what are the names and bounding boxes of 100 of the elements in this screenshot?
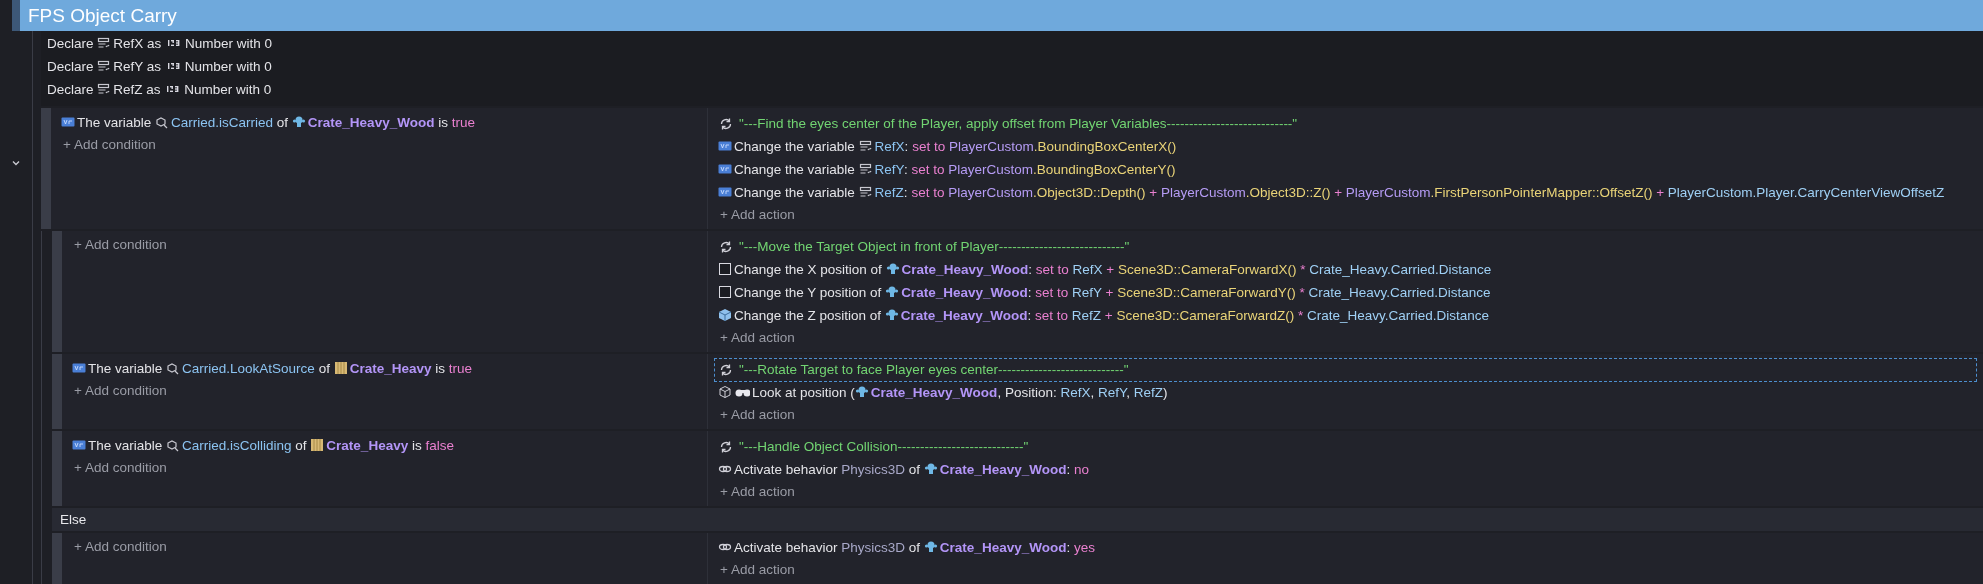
variable-name: Carried.isCarried [171,115,274,130]
function-name: .FirstPersonPointerMapper::OffsetZ() [1430,185,1653,200]
instruction-text: Change the variable [734,185,856,200]
add-condition-link[interactable]: + Add condition [68,458,173,478]
variable-icon [858,185,873,199]
square-icon [718,285,732,299]
comment-icon [719,440,733,454]
operator-text: + [1103,308,1114,323]
function-name: Scene3D::CameraForwardY() [1117,285,1296,300]
type-name: Number with 0 [184,59,272,74]
operator-text: + [1655,185,1666,200]
add-action-link[interactable]: + Add action [714,560,801,580]
event-indent-bar[interactable] [52,231,62,352]
instruction-text: as [145,59,163,74]
instruction-text: : [904,139,910,154]
instruction-text: : [1027,285,1033,300]
instruction-text: as [145,82,162,97]
event-indent-bar[interactable] [52,533,62,584]
value-text: false [425,438,454,453]
instruction-text: is [434,361,446,376]
instruction-text: : [903,162,909,177]
instruction-text: of [317,361,331,376]
crate-icon [310,438,325,452]
variable-badge-icon [61,115,75,129]
value-text: yes [1073,540,1095,555]
add-condition-link[interactable]: + Add condition [68,235,173,255]
event-indent-bar[interactable] [52,431,62,506]
instruction-text: , [1090,385,1096,400]
cube-outline-icon [718,385,732,399]
add-condition-link[interactable]: + Add condition [68,537,173,557]
variable-name: RefY [113,59,144,74]
comment-row[interactable]: "---Find the eyes center of the Player, apply offset from Player Variables----------------------------" [714,112,1977,136]
event-indent-bar[interactable] [52,354,62,429]
instruction-text: as [146,36,163,51]
model-icon [885,285,900,299]
variable-badge-icon [72,438,86,452]
instruction-text: is [437,115,449,130]
type-name: Number with 0 [184,82,272,97]
instruction-text: : [903,185,909,200]
operator-text: * [1299,262,1307,277]
operator-text: + [1333,185,1344,200]
add-action-link[interactable]: + Add action [714,328,801,348]
object-name: Crate_Heavy [349,361,432,376]
expression-text: RefZ [1133,385,1163,400]
operator-text: * [1296,308,1305,323]
operator-text: set to [912,139,947,154]
comment-row[interactable]: "---Handle Object Collision----------------------------" [714,435,1977,459]
expression-text: PlayerCustom.Player.CarryCenterViewOffsetZ [1667,185,1945,200]
group-title: FPS Object Carry [28,4,177,27]
variable-icon [858,139,873,153]
comment-row[interactable]: "---Rotate Target to face Player eyes center----------------------------" [714,358,1977,382]
comment-icon [719,363,733,377]
object-name: Crate_Heavy_Wood [901,285,1028,300]
variable-name: RefX [113,36,144,51]
variable-icon [97,59,112,73]
variable-badge-icon [718,162,732,176]
model-icon [923,540,938,554]
add-action-link[interactable]: + Add action [714,405,801,425]
add-condition-link[interactable]: + Add condition [68,381,173,401]
function-name: .BoundingBoxCenterX() [1033,139,1177,154]
instruction-text: ) [1163,385,1168,400]
function-name: .Object3D::Depth() [1032,185,1146,200]
instruction-text: is [410,438,423,453]
variable-icon [858,162,873,176]
function-name: .BoundingBoxCenterY() [1032,162,1176,177]
add-action-link[interactable]: + Add action [714,205,801,225]
event-indent-bar[interactable] [41,108,51,229]
variable-name: Carried.isColliding [182,438,292,453]
operator-text: set to [1034,308,1069,323]
expression-object: PlayerCustom [1160,185,1246,200]
expression-text: RefY [1097,385,1127,400]
value-text: true [448,361,472,376]
instruction-text: Change the variable [734,162,856,177]
operator-text: + [1105,262,1116,277]
variable-badge-icon [718,139,732,153]
comment-row[interactable]: "---Move the Target Object in front of Player----------------------------" [714,235,1977,259]
variable-name: RefX [874,139,905,154]
instruction-text: The variable [88,361,164,376]
instruction-text: : [1066,540,1072,555]
value-text: no [1073,462,1089,477]
cube-icon [718,308,732,322]
expression-object: PlayerCustom [948,139,1034,154]
model-icon [885,262,900,276]
expression-text: RefY [1072,285,1102,300]
add-action-link[interactable]: + Add action [714,482,801,502]
expression-object: PlayerCustom [948,162,1033,177]
square-icon [718,262,732,276]
expression-text: RefZ [1071,308,1101,323]
model-icon [923,462,938,476]
expression-text: Crate_Heavy.Carried.Distance [1308,285,1491,300]
instruction-text: Change the Y position of [734,285,883,300]
expression-text: Crate_Heavy.Carried.Distance [1309,262,1492,277]
instruction-text: Declare [47,82,95,97]
expression-object: PlayerCustom [1345,185,1431,200]
type-name: Number with 0 [185,36,273,51]
instruction-text: : [1027,308,1033,323]
add-condition-link[interactable]: + Add condition [57,135,162,155]
instruction-text: The variable [77,115,153,130]
else-label: Else [60,512,87,527]
operator-text: + [1104,285,1115,300]
